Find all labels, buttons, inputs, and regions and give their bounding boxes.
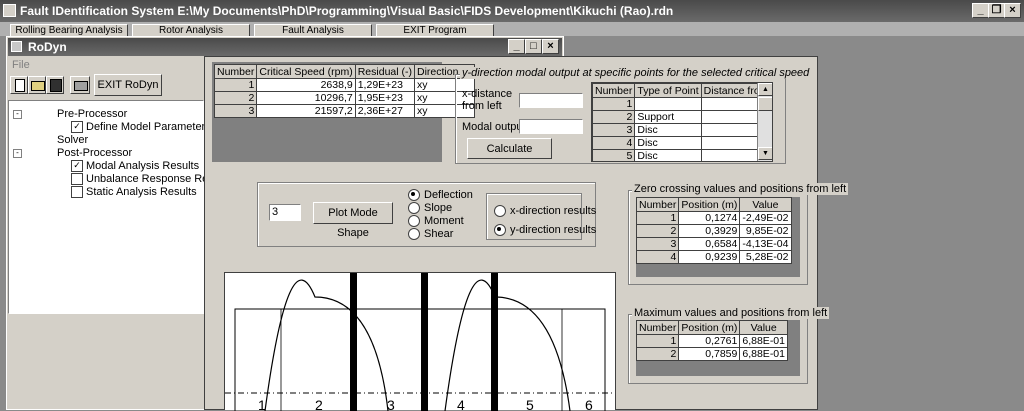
segment-label: 1: [258, 397, 266, 411]
checkbox-checked-icon: ✓: [71, 121, 83, 134]
save-icon[interactable]: [46, 76, 64, 94]
radio-slope[interactable]: Slope: [408, 202, 473, 215]
tab-strip: Rolling Bearing Analysis Rotor Analysis …: [0, 22, 1024, 38]
tree-item-static-results[interactable]: Static Analysis Results: [71, 186, 197, 199]
xdist-label: x-distance from left: [462, 88, 513, 112]
points-table: Number Type of Point Distance from left …: [592, 83, 772, 161]
segment-label: 5: [526, 397, 534, 411]
critical-speed-table: Number Critical Speed (rpm) Residual (-)…: [213, 64, 475, 118]
menu-file[interactable]: File: [12, 59, 30, 71]
tree-item-solver[interactable]: Solver: [57, 134, 88, 146]
rodyn-title-bar: RoDyn _ □ ×: [8, 38, 562, 56]
scroll-thumb[interactable]: [758, 97, 772, 111]
table-row[interactable]: 5Disc0,731: [592, 149, 772, 161]
exit-rodyn-button[interactable]: EXIT RoDyn: [94, 74, 162, 96]
table-row[interactable]: 1: [592, 97, 772, 111]
zero-crossing-table: Number Position (m) Value 1 0,1274 -2,49E-02…: [635, 197, 792, 264]
app-title-bar: Fault IDentification System E:\My Docume…: [0, 0, 1024, 22]
radio-icon: [408, 215, 420, 228]
zero-crossing-grid-area: Number Position (m) Value 1 0,1274 -2,49E-02…: [635, 197, 800, 277]
radio-icon: [408, 228, 420, 241]
new-file-icon[interactable]: [10, 76, 28, 94]
mode-number-input[interactable]: 3: [269, 204, 301, 221]
print-icon[interactable]: [70, 76, 90, 94]
restore-icon[interactable]: ❐: [988, 3, 1005, 18]
table-row[interactable]: 1 2638,9 1,29E+23 xy: [213, 78, 475, 92]
critical-speed-grid-area: Number Critical Speed (rpm) Residual (-)…: [212, 62, 475, 162]
mode-curve: [264, 279, 571, 411]
xdist-input[interactable]: [519, 93, 583, 108]
mode-shape-svg: 1 2 3 4 5 6: [225, 273, 615, 411]
scroll-up-icon[interactable]: ▲: [758, 83, 772, 96]
checkbox-checked-icon: ✓: [71, 160, 83, 173]
table-row[interactable]: 2 0,3929 9,85E-02: [635, 224, 792, 238]
radio-deflection[interactable]: Deflection: [408, 189, 473, 202]
rodyn-title: RoDyn: [28, 40, 67, 54]
model-tree: - Pre-Processor ✓ Define Model Parameters…: [8, 100, 231, 314]
points-scrollbar[interactable]: ▲ ▼: [757, 83, 772, 161]
direction-options: x-direction results y-direction results: [494, 202, 596, 240]
scroll-down-icon[interactable]: ▼: [758, 147, 772, 160]
col-header: Residual (-): [354, 64, 415, 79]
radio-x-direction[interactable]: x-direction results: [494, 202, 596, 221]
modal-output-field[interactable]: [519, 119, 583, 134]
open-folder-icon[interactable]: [28, 76, 46, 94]
document-icon: [71, 186, 83, 199]
app-icon: [3, 4, 16, 17]
tree-expander-pre[interactable]: -: [13, 110, 22, 119]
tree-item-define-params[interactable]: ✓ Define Model Parameters: [71, 121, 211, 134]
radio-shear[interactable]: Shear: [408, 228, 473, 241]
table-row[interactable]: 3 21597,2 2,36E+27 xy: [213, 104, 475, 118]
radio-selected-icon: [408, 189, 420, 202]
segment-label: 4: [457, 397, 465, 411]
radio-icon: [408, 202, 420, 215]
zero-crossing-label: Zero crossing values and positions from …: [632, 183, 849, 195]
table-row[interactable]: 4Disc0,531: [592, 136, 772, 150]
maximum-table: Number Position (m) Value 1 0,2761 6,88E-01 …: [635, 320, 788, 361]
maximum-label: Maximum values and positions from left: [632, 307, 830, 319]
disc-bar: [350, 273, 357, 411]
table-row[interactable]: 1 0,2761 6,88E-01: [635, 334, 788, 348]
points-grid-area: Number Type of Point Distance from left …: [591, 82, 773, 162]
segment-label: 3: [387, 397, 395, 411]
app-title: Fault IDentification System E:\My Docume…: [20, 4, 674, 18]
mode-shape-plot: 1 2 3 4 5 6: [224, 272, 616, 411]
table-row[interactable]: 3Disc0,331: [592, 123, 772, 137]
table-row[interactable]: 2 10296,7 1,95E+23 xy: [213, 91, 475, 105]
col-header: Number: [213, 64, 258, 79]
rodyn-minimize-icon[interactable]: _: [508, 39, 525, 54]
calculate-button[interactable]: Calculate: [467, 138, 552, 159]
table-row[interactable]: 2Support0,131: [592, 110, 772, 124]
segment-label: 2: [315, 397, 323, 411]
minimize-icon[interactable]: _: [972, 3, 989, 18]
result-type-options: Deflection Slope Moment Shear: [408, 189, 473, 241]
table-row[interactable]: 3 0,6584 -4,13E-04: [635, 237, 792, 251]
modal-output-group-label: y-direction modal output at specific poi…: [460, 67, 812, 79]
rodyn-close-icon[interactable]: ×: [542, 39, 559, 54]
radio-y-direction[interactable]: y-direction results: [494, 221, 596, 240]
tree-item-postprocessor[interactable]: Post-Processor: [57, 147, 132, 159]
table-row[interactable]: 1 0,1274 -2,49E-02: [635, 211, 792, 225]
plot-frame: [234, 308, 606, 411]
radio-selected-icon: [494, 224, 506, 237]
maximum-grid-area: Number Position (m) Value 1 0,2761 6,88E-01 …: [635, 320, 800, 376]
tree-item-modal-results[interactable]: ✓ Modal Analysis Results: [71, 160, 199, 173]
table-row[interactable]: 4 0,9239 5,28E-02: [635, 250, 792, 264]
document-icon: [71, 173, 83, 186]
tree-expander-post[interactable]: -: [13, 149, 22, 158]
disc-bar: [421, 273, 428, 411]
segment-label: 6: [585, 397, 593, 411]
modal-output-label: Modal output: [462, 121, 526, 133]
rodyn-icon: [11, 41, 22, 52]
col-header: Critical Speed (rpm): [256, 64, 356, 79]
radio-moment[interactable]: Moment: [408, 215, 473, 228]
tree-item-preprocessor[interactable]: Pre-Processor: [57, 108, 127, 120]
plot-mode-shape-button[interactable]: Plot Mode Shape: [313, 202, 393, 239]
table-row[interactable]: 2 0,7859 6,88E-01: [635, 347, 788, 361]
rodyn-maximize-icon[interactable]: □: [525, 39, 542, 54]
close-icon[interactable]: ×: [1004, 3, 1021, 18]
disc-bar: [491, 273, 498, 411]
radio-icon: [494, 205, 506, 218]
